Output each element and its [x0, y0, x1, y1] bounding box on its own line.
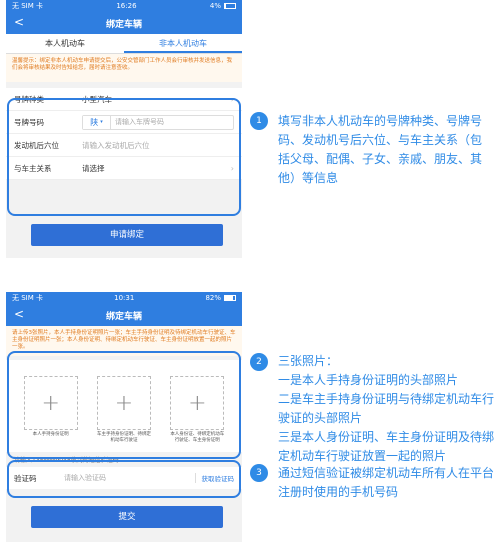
highlight-frame-1 [7, 98, 241, 216]
submit-button[interactable]: 提交 [31, 506, 223, 528]
apply-bind-button[interactable]: 申请绑定 [31, 224, 223, 246]
page-title: 绑定车辆 [105, 311, 142, 322]
battery-level-fill [225, 296, 234, 300]
battery-icon [224, 295, 236, 301]
back-icon[interactable]: < [14, 15, 24, 29]
highlight-frame-3 [7, 460, 241, 498]
battery-percent: 4% [209, 2, 221, 10]
highlight-frame-2 [7, 351, 241, 459]
step-badge-1: 1 [250, 112, 268, 130]
annotation-2-line-2: 一是本人手持身份证明的头部照片 [278, 373, 459, 387]
step-badge-3: 3 [250, 464, 268, 482]
tab-own-vehicle[interactable]: 本人机动车 [6, 34, 124, 53]
annotation-2-text: 三张照片： 一是本人手持身份证明的头部照片 二是车主手持身份证明与待绑定机动车行… [278, 352, 500, 466]
clock: 16:26 [116, 2, 137, 10]
annotation-2-line-4: 三是本人身份证明、车主身份证明及待绑定机动车行驶证放置一起的照片 [278, 430, 495, 463]
annotation-1: 1 填写非本人机动车的号牌种类、号牌号码、发动机号后六位、与车主关系（包括父母、… [250, 112, 493, 188]
annotation-3-text: 通过短信验证被绑定机动车所有人在平台注册时使用的手机号码 [278, 466, 495, 499]
annotation-3: 3 通过短信验证被绑定机动车所有人在平台注册时使用的手机号码 [250, 464, 500, 502]
carrier-label: 无 SIM 卡 [12, 294, 43, 302]
nav-bar: < 绑定车辆 [6, 12, 242, 34]
clock: 10:31 [114, 294, 135, 302]
annotation-2-line-1: 三张照片： [278, 354, 339, 368]
tab-bar: 本人机动车 非本人机动车 [6, 34, 242, 54]
annotation-2: 2 三张照片： 一是本人手持身份证明的头部照片 二是车主手持身份证明与待绑定机动… [250, 352, 500, 466]
notice-text: 温馨提示：绑定非本人机动车申请提交后，公安交管部门工作人员会行审核并发送信息，我… [6, 54, 242, 82]
status-bar: 无 SIM 卡 16:26 4% [6, 0, 242, 12]
carrier-label: 无 SIM 卡 [12, 2, 43, 10]
tab-other-vehicle[interactable]: 非本人机动车 [124, 34, 242, 53]
annotation-1-text: 填写非本人机动车的号牌种类、号牌号码、发动机号后六位、与车主关系（包括父母、配偶… [278, 114, 483, 185]
page-title: 绑定车辆 [105, 19, 142, 30]
status-bar: 无 SIM 卡 10:31 82% [6, 292, 242, 304]
back-icon[interactable]: < [14, 307, 24, 321]
step-badge-2: 2 [250, 353, 268, 371]
battery-icon [223, 3, 236, 9]
annotation-2-line-3: 二是车主手持身份证明与待绑定机动车行驶证的头部照片 [278, 392, 495, 425]
battery-percent: 82% [205, 294, 221, 302]
nav-bar: < 绑定车辆 [6, 304, 242, 326]
